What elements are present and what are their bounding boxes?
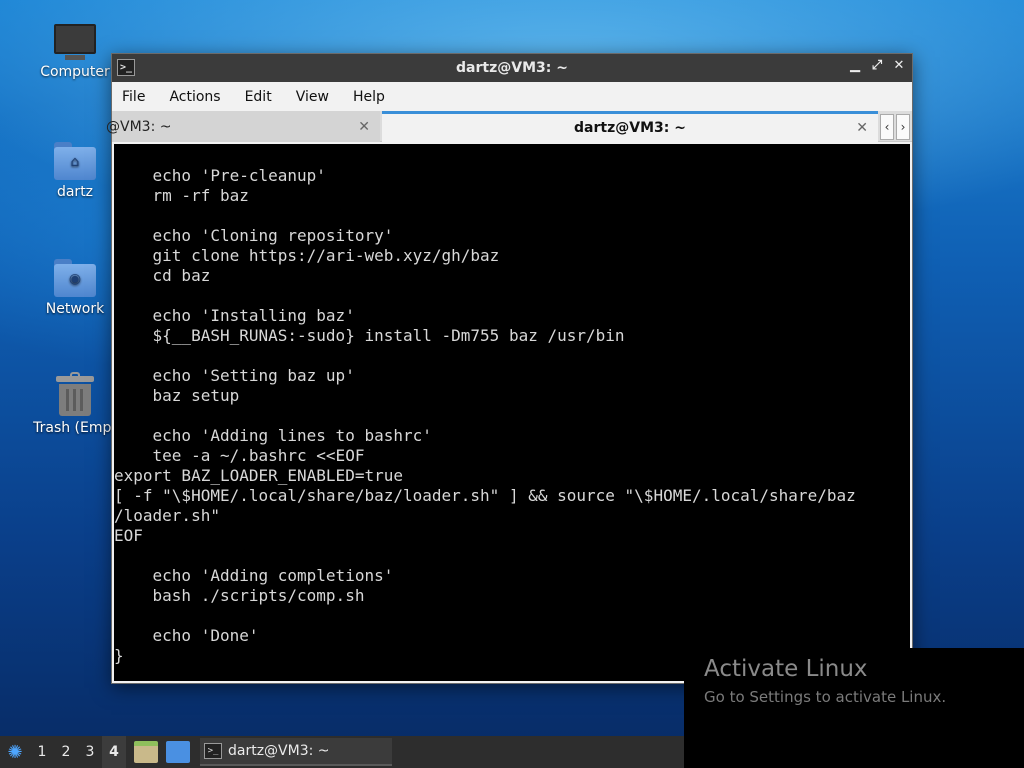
home-folder-icon: ⌂ (54, 142, 96, 180)
tab-close-icon[interactable]: ✕ (358, 119, 370, 135)
start-menu-icon[interactable]: ✺ (0, 736, 30, 768)
menu-bar: File Actions Edit View Help (112, 82, 912, 111)
terminal-line: /loader.sh" (114, 506, 220, 525)
terminal-line: baz setup (114, 386, 240, 405)
terminal-line: echo 'Installing baz' (114, 306, 355, 325)
terminal-line: cd baz (114, 266, 211, 285)
taskbar-terminal-button[interactable]: >_ dartz@VM3: ~ (200, 738, 392, 766)
terminal-icon: >_ (117, 59, 135, 76)
network-folder-icon: ◉ (54, 259, 96, 297)
terminal-line: echo 'Cloning repository' (114, 226, 394, 245)
terminal-line: echo 'Adding lines to bashrc' (114, 426, 432, 445)
window-title: dartz@VM3: ~ (456, 60, 568, 76)
workspace-1[interactable]: 1 (30, 744, 54, 760)
terminal-icon: >_ (204, 743, 222, 759)
tab-inactive[interactable]: @VM3: ~ ✕ (106, 111, 380, 142)
terminal-output[interactable]: echo 'Pre-cleanup' rm -rf baz echo 'Clon… (114, 144, 910, 681)
taskbar-task-label: dartz@VM3: ~ (228, 743, 330, 759)
window-titlebar[interactable]: >_ dartz@VM3: ~ ▁ ⤢ ✕ (112, 54, 912, 82)
desktop-icon-computer[interactable]: Computer (30, 24, 120, 80)
activation-title: Activate Linux (704, 656, 868, 682)
menu-edit[interactable]: Edit (245, 89, 272, 105)
terminal-line: echo 'Adding completions' (114, 566, 394, 585)
terminal-line: [ -f "\$HOME/.local/share/baz/loader.sh"… (114, 486, 856, 505)
taskbar: ✺ 1 2 3 4 >_ dartz@VM3: ~ (0, 736, 684, 768)
desktop-icon-label: dartz (56, 184, 94, 200)
terminal-line: echo 'Done' (114, 626, 259, 645)
close-icon[interactable]: ✕ (892, 58, 906, 73)
desktop-icon-home[interactable]: ⌂ dartz (30, 142, 120, 200)
terminal-line: rm -rf baz (114, 186, 249, 205)
terminal-window[interactable]: >_ dartz@VM3: ~ ▁ ⤢ ✕ File Actions Edit … (106, 53, 913, 684)
desktop-icon-label: Computer (40, 64, 110, 80)
trash-icon (56, 372, 94, 416)
computer-icon (54, 24, 96, 60)
terminal-line: echo 'Setting baz up' (114, 366, 355, 385)
desktop-icon-network[interactable]: ◉ Network (30, 259, 120, 317)
terminal-line: tee -a ~/.bashrc <<EOF (114, 446, 365, 465)
tab-close-icon[interactable]: ✕ (856, 120, 868, 136)
menu-view[interactable]: View (296, 89, 329, 105)
menu-help[interactable]: Help (353, 89, 385, 105)
activation-watermark: Activate Linux Go to Settings to activat… (684, 648, 1024, 768)
workspace-2[interactable]: 2 (54, 744, 78, 760)
desktop-icon-label: Network (45, 301, 105, 317)
minimize-icon[interactable]: ▁ (848, 58, 862, 73)
terminal-line: EOF (114, 526, 143, 545)
file-manager-icon[interactable] (134, 741, 158, 763)
chevron-left-icon[interactable]: ‹ (880, 114, 894, 140)
desktop-icon-label: Trash (Empt (33, 420, 117, 436)
tab-label: dartz@VM3: ~ (574, 120, 686, 136)
chevron-right-icon[interactable]: › (896, 114, 910, 140)
terminal-line: echo 'Pre-cleanup' (114, 166, 326, 185)
maximize-icon[interactable]: ⤢ (870, 58, 884, 73)
tab-active[interactable]: dartz@VM3: ~ ✕ (382, 111, 878, 142)
terminal-line: git clone https://ari-web.xyz/gh/baz (114, 246, 500, 265)
terminal-line: export BAZ_LOADER_ENABLED=true (114, 466, 403, 485)
terminal-line: bash ./scripts/comp.sh (114, 586, 365, 605)
activation-subtitle: Go to Settings to activate Linux. (704, 688, 947, 706)
menu-actions[interactable]: Actions (169, 89, 220, 105)
workspace-4[interactable]: 4 (102, 736, 126, 768)
desktop-icon-trash[interactable]: Trash (Empt (30, 372, 120, 436)
terminal-line: ${__BASH_RUNAS:-sudo} install -Dm755 baz… (114, 326, 625, 345)
show-desktop-icon[interactable] (166, 741, 190, 763)
tab-bar: @VM3: ~ ✕ dartz@VM3: ~ ✕ ‹ › (106, 111, 912, 142)
tab-label: @VM3: ~ (106, 118, 172, 135)
workspace-3[interactable]: 3 (78, 744, 102, 760)
menu-file[interactable]: File (122, 89, 145, 105)
